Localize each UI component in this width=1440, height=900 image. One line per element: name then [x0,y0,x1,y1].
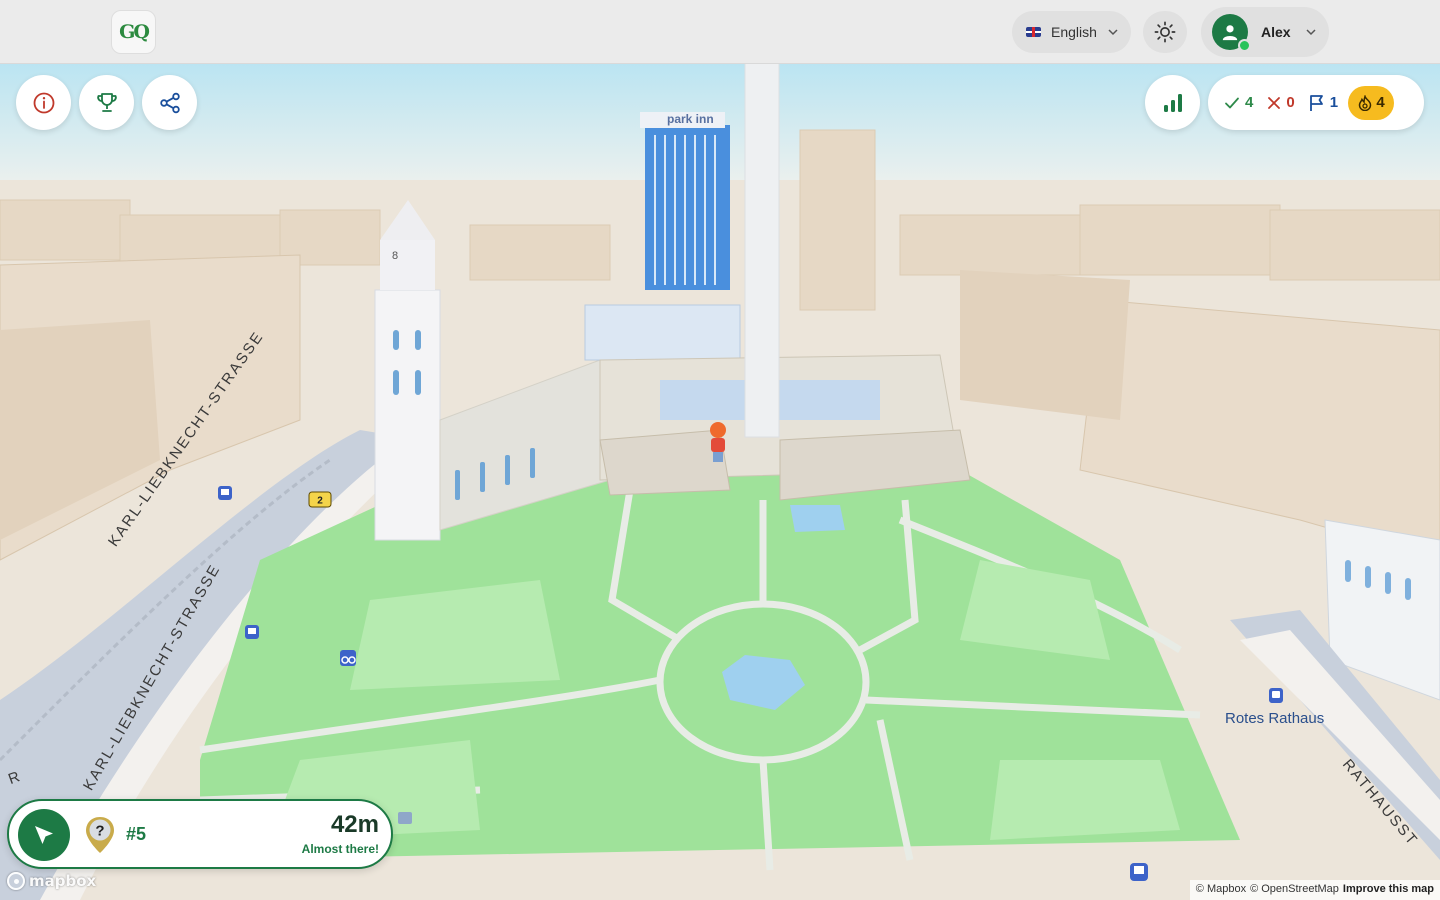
online-status-dot [1238,39,1251,52]
hotel-sign: park inn [667,112,714,126]
app-logo[interactable]: GQ [111,10,156,54]
church-tower-top [380,240,435,290]
check-icon [1225,97,1239,108]
target-hint: Almost there! [301,842,379,856]
language-selector[interactable]: English [1012,11,1131,53]
chevron-down-icon [1306,29,1316,36]
pond [790,505,845,532]
mapbox-logo-text: mapbox [29,872,97,890]
right-building-mid [960,270,1130,420]
trophy-icon [96,92,117,112]
hotel-tower [645,125,730,290]
streak-value: 4 [1376,94,1385,111]
svg-text:?: ? [95,823,104,840]
church-tower [374,289,441,541]
tv-tower [744,61,780,438]
navigation-arrow-icon [35,826,53,844]
mapbox-logo[interactable]: mapbox [7,872,96,890]
flag-count-value: 1 [1329,94,1339,111]
place-label-rotes-rathaus: Rotes Rathaus [1225,710,1325,727]
stats-button[interactable] [1145,75,1200,130]
flag-count: 1 [1309,94,1338,112]
top-bar: GQ English Alex [0,0,1440,64]
flag-icon [1309,94,1323,111]
user-icon [1222,25,1238,41]
wrong-count-value: 0 [1286,94,1295,111]
bus-stop-icon[interactable] [1130,863,1148,881]
leaderboard-button[interactable] [79,75,134,130]
correct-count: 4 [1224,94,1253,111]
mall-building [584,304,741,361]
target-card[interactable]: ? #5 42m Almost there! [7,799,393,869]
streak-badge: 4 [1348,85,1395,120]
attribution-osm-link[interactable]: © OpenStreetMap [1250,883,1339,897]
correct-count-value: 4 [1245,94,1254,111]
sun-icon [1154,21,1176,43]
user-name: Alex [1261,24,1291,40]
score-bar: 4 0 1 4 [1208,75,1424,130]
route-badge: 2 [308,491,332,508]
avatar [1212,14,1251,52]
train-station-icon[interactable] [1269,688,1283,703]
language-label: English [1051,24,1097,40]
uk-flag-icon [1026,27,1041,37]
user-menu[interactable]: Alex [1201,7,1329,57]
share-button[interactable] [142,75,197,130]
svg-text:2: 2 [317,496,323,507]
target-distance: 42m [330,811,379,838]
bike-icon[interactable] [340,650,356,666]
mapbox-logo-icon [7,872,25,890]
fire-icon [1359,94,1372,111]
question-marker-icon: ? [86,817,114,853]
improve-map-link[interactable]: Improve this map [1343,883,1434,897]
bus-stop-icon[interactable] [218,486,232,500]
theme-toggle-button[interactable] [1143,11,1187,53]
chevron-down-icon [1108,29,1118,36]
monument-icon[interactable] [398,812,412,824]
wrong-count: 0 [1267,94,1295,111]
map-canvas[interactable]: 2 8 [0,0,1440,900]
building-number: 8 [392,250,398,262]
hotel-windows [654,135,716,285]
navigate-button[interactable] [18,809,70,861]
attribution-mapbox-link[interactable]: © Mapbox [1196,883,1246,897]
pavilion-left [599,429,731,496]
info-button[interactable] [16,75,71,130]
map-attribution: © Mapbox © OpenStreetMap Improve this ma… [1189,880,1440,900]
share-icon [159,92,180,113]
bar-chart-icon [1163,93,1182,112]
cross-icon [1268,96,1281,109]
logo-text: GQ [119,21,150,43]
info-icon [33,92,54,113]
bus-stop-icon[interactable] [245,625,259,639]
target-number: #5 [126,824,147,844]
